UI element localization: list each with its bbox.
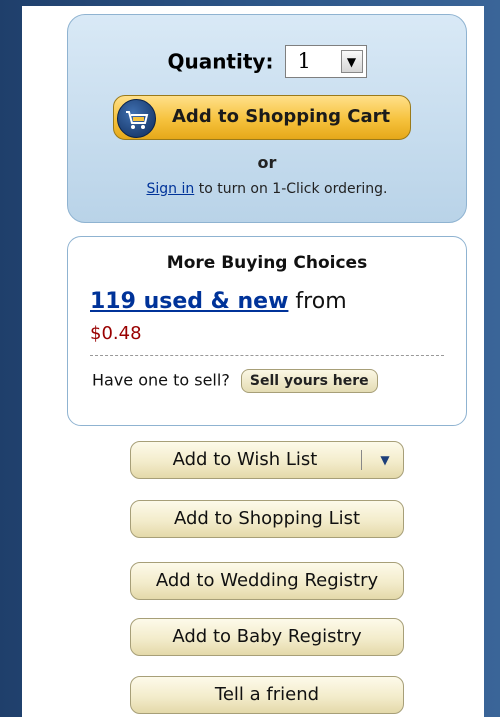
sell-row: Have one to sell? Sell yours here xyxy=(92,369,378,393)
chevron-down-icon[interactable]: ▼ xyxy=(367,442,403,478)
buy-box: Quantity: 1 ▼ Add to Shopping Cart or Si… xyxy=(67,14,467,223)
quantity-label: Quantity: xyxy=(167,49,274,74)
add-to-cart-label: Add to Shopping Cart xyxy=(172,106,391,127)
add-to-baby-registry-button[interactable]: Add to Baby Registry xyxy=(130,618,404,656)
add-to-shopping-list-button[interactable]: Add to Shopping List xyxy=(130,500,404,538)
quantity-row: Quantity: 1 ▼ xyxy=(68,45,466,78)
product-buy-panel: Quantity: 1 ▼ Add to Shopping Cart or Si… xyxy=(22,6,484,717)
tell-a-friend-button[interactable]: Tell a friend xyxy=(130,676,404,714)
sell-prompt: Have one to sell? xyxy=(92,370,230,390)
add-to-wish-list-button: Add to Wish List ▼ xyxy=(130,441,404,479)
one-click-signin-row: Sign in to turn on 1-Click ordering. xyxy=(68,181,466,197)
chevron-down-icon[interactable]: ▼ xyxy=(340,50,363,73)
lowest-price: $0.48 xyxy=(90,323,142,344)
offers-row: 119 used & new from xyxy=(90,289,347,314)
quantity-value: 1 xyxy=(297,49,311,73)
sign-in-link[interactable]: Sign in xyxy=(147,181,195,197)
quantity-select[interactable]: 1 ▼ xyxy=(284,45,367,78)
sell-yours-here-button[interactable]: Sell yours here xyxy=(240,369,378,393)
more-buying-choices-title: More Buying Choices xyxy=(166,253,368,273)
used-new-offers-link[interactable]: 119 used & new xyxy=(90,289,288,314)
add-to-cart-button[interactable]: Add to Shopping Cart xyxy=(113,95,411,140)
one-click-text: to turn on 1-Click ordering. xyxy=(198,181,388,197)
more-buying-choices-box: More Buying Choices 119 used & new from … xyxy=(67,236,467,426)
or-separator: or xyxy=(257,153,277,172)
add-to-wedding-registry-button[interactable]: Add to Wedding Registry xyxy=(130,562,404,600)
divider xyxy=(90,355,444,356)
offers-from-text: from xyxy=(295,289,347,314)
divider xyxy=(361,450,362,470)
shopping-cart-icon xyxy=(117,99,156,138)
add-to-wish-list-main[interactable]: Add to Wish List xyxy=(131,442,359,478)
